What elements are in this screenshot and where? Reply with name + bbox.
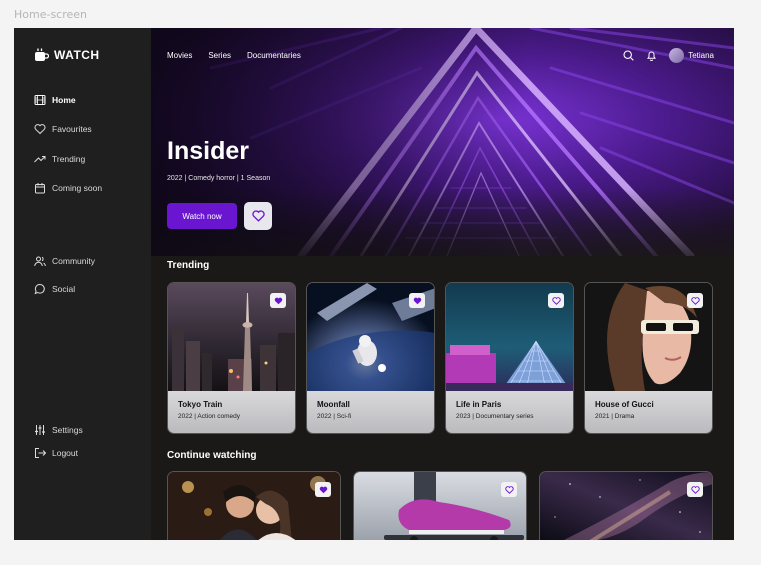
logout-icon <box>35 448 46 458</box>
sidebar-item-label: Settings <box>52 425 83 435</box>
heart-icon <box>551 296 561 305</box>
heart-icon <box>274 297 282 304</box>
card-info: Life in Paris 2023 | Documentary series <box>446 391 573 433</box>
sidebar-item-favourites[interactable]: Favourites <box>34 123 92 135</box>
sidebar-item-trending[interactable]: Trending <box>34 153 85 165</box>
heart-icon <box>504 485 514 494</box>
card-info: House of Gucci 2021 | Drama <box>585 391 712 433</box>
card-meta: 2023 | Documentary series <box>456 413 534 420</box>
sidebar-item-home[interactable]: Home <box>34 94 76 106</box>
sidebar-item-social[interactable]: Social <box>34 283 75 295</box>
card-title: House of Gucci <box>595 400 654 409</box>
sidebar: WATCH Home Favourites Trending Coming so… <box>14 28 151 540</box>
search-icon[interactable] <box>623 50 634 61</box>
card-title: Life in Paris <box>456 400 502 409</box>
favourite-toggle[interactable] <box>409 293 425 308</box>
card-title: Moonfall <box>317 400 350 409</box>
top-nav: Movies Series Documentaries <box>167 51 301 60</box>
hero-meta: 2022 | Comedy horror | 1 Season <box>167 175 271 182</box>
continue-watching-title: Continue watching <box>167 450 257 461</box>
nav-series[interactable]: Series <box>208 51 231 60</box>
card-meta: 2022 | Sci-fi <box>317 413 352 420</box>
bell-icon[interactable] <box>646 50 657 61</box>
favourite-toggle[interactable] <box>315 482 331 497</box>
trending-card[interactable]: Moonfall 2022 | Sci-fi <box>306 282 435 434</box>
trending-card[interactable]: Tokyo Train 2022 | Action comedy <box>167 282 296 434</box>
hero-favourite-button[interactable] <box>244 202 272 230</box>
heart-icon <box>413 297 421 304</box>
card-info: Tokyo Train 2022 | Action comedy <box>168 391 295 433</box>
film-icon <box>34 95 46 105</box>
trending-title: Trending <box>167 260 210 271</box>
sidebar-item-label: Coming soon <box>52 183 103 193</box>
watch-now-button[interactable]: Watch now <box>167 203 237 229</box>
heart-icon <box>319 486 327 493</box>
heart-icon <box>34 124 46 135</box>
favourite-toggle[interactable] <box>548 293 564 308</box>
sidebar-item-label: Home <box>52 95 76 105</box>
sidebar-item-label: Trending <box>52 154 86 164</box>
user-menu[interactable]: Tetiana <box>669 48 714 63</box>
nav-documentaries[interactable]: Documentaries <box>247 51 301 60</box>
heart-icon <box>251 210 265 222</box>
card-info: Moonfall 2022 | Sci-fi <box>307 391 434 433</box>
sidebar-item-settings[interactable]: Settings <box>34 424 83 436</box>
sidebar-item-label: Logout <box>52 448 78 458</box>
trending-card[interactable]: House of Gucci 2021 | Drama <box>584 282 713 434</box>
sidebar-item-label: Social <box>52 284 76 294</box>
user-name: Tetiana <box>688 51 714 60</box>
favourite-toggle[interactable] <box>501 482 517 497</box>
sidebar-item-community[interactable]: Community <box>34 255 95 267</box>
brand-name: WATCH <box>54 48 100 62</box>
continue-card[interactable] <box>353 471 527 540</box>
app-window: WATCH Home Favourites Trending Coming so… <box>14 28 734 540</box>
favourite-toggle[interactable] <box>270 293 286 308</box>
users-icon <box>34 256 46 267</box>
chat-icon <box>34 284 45 295</box>
favourite-toggle[interactable] <box>687 293 703 308</box>
sidebar-item-label: Community <box>52 256 95 266</box>
card-meta: 2021 | Drama <box>595 413 635 420</box>
top-right-controls: Tetiana <box>623 48 714 63</box>
trending-card[interactable]: Life in Paris 2023 | Documentary series <box>445 282 574 434</box>
card-meta: 2022 | Action comedy <box>178 413 241 420</box>
heart-icon <box>690 296 700 305</box>
sliders-icon <box>35 425 45 435</box>
cup-icon <box>35 48 49 61</box>
continue-card[interactable] <box>539 471 713 540</box>
heart-icon <box>690 485 700 494</box>
nav-movies[interactable]: Movies <box>167 51 192 60</box>
favourite-toggle[interactable] <box>687 482 703 497</box>
sidebar-item-logout[interactable]: Logout <box>34 447 78 459</box>
calendar-icon <box>35 183 45 194</box>
card-title: Tokyo Train <box>178 400 223 409</box>
trending-icon <box>34 156 46 163</box>
avatar <box>669 48 685 63</box>
sidebar-item-label: Favourites <box>52 124 92 134</box>
hero-banner: Movies Series Documentaries Tetiana Insi… <box>151 28 734 256</box>
brand-logo[interactable]: WATCH <box>34 48 100 62</box>
continue-card[interactable] <box>167 471 341 540</box>
frame-label: Home-screen <box>14 8 88 21</box>
sidebar-item-coming-soon[interactable]: Coming soon <box>34 182 102 194</box>
hero-title: Insider <box>167 137 249 165</box>
